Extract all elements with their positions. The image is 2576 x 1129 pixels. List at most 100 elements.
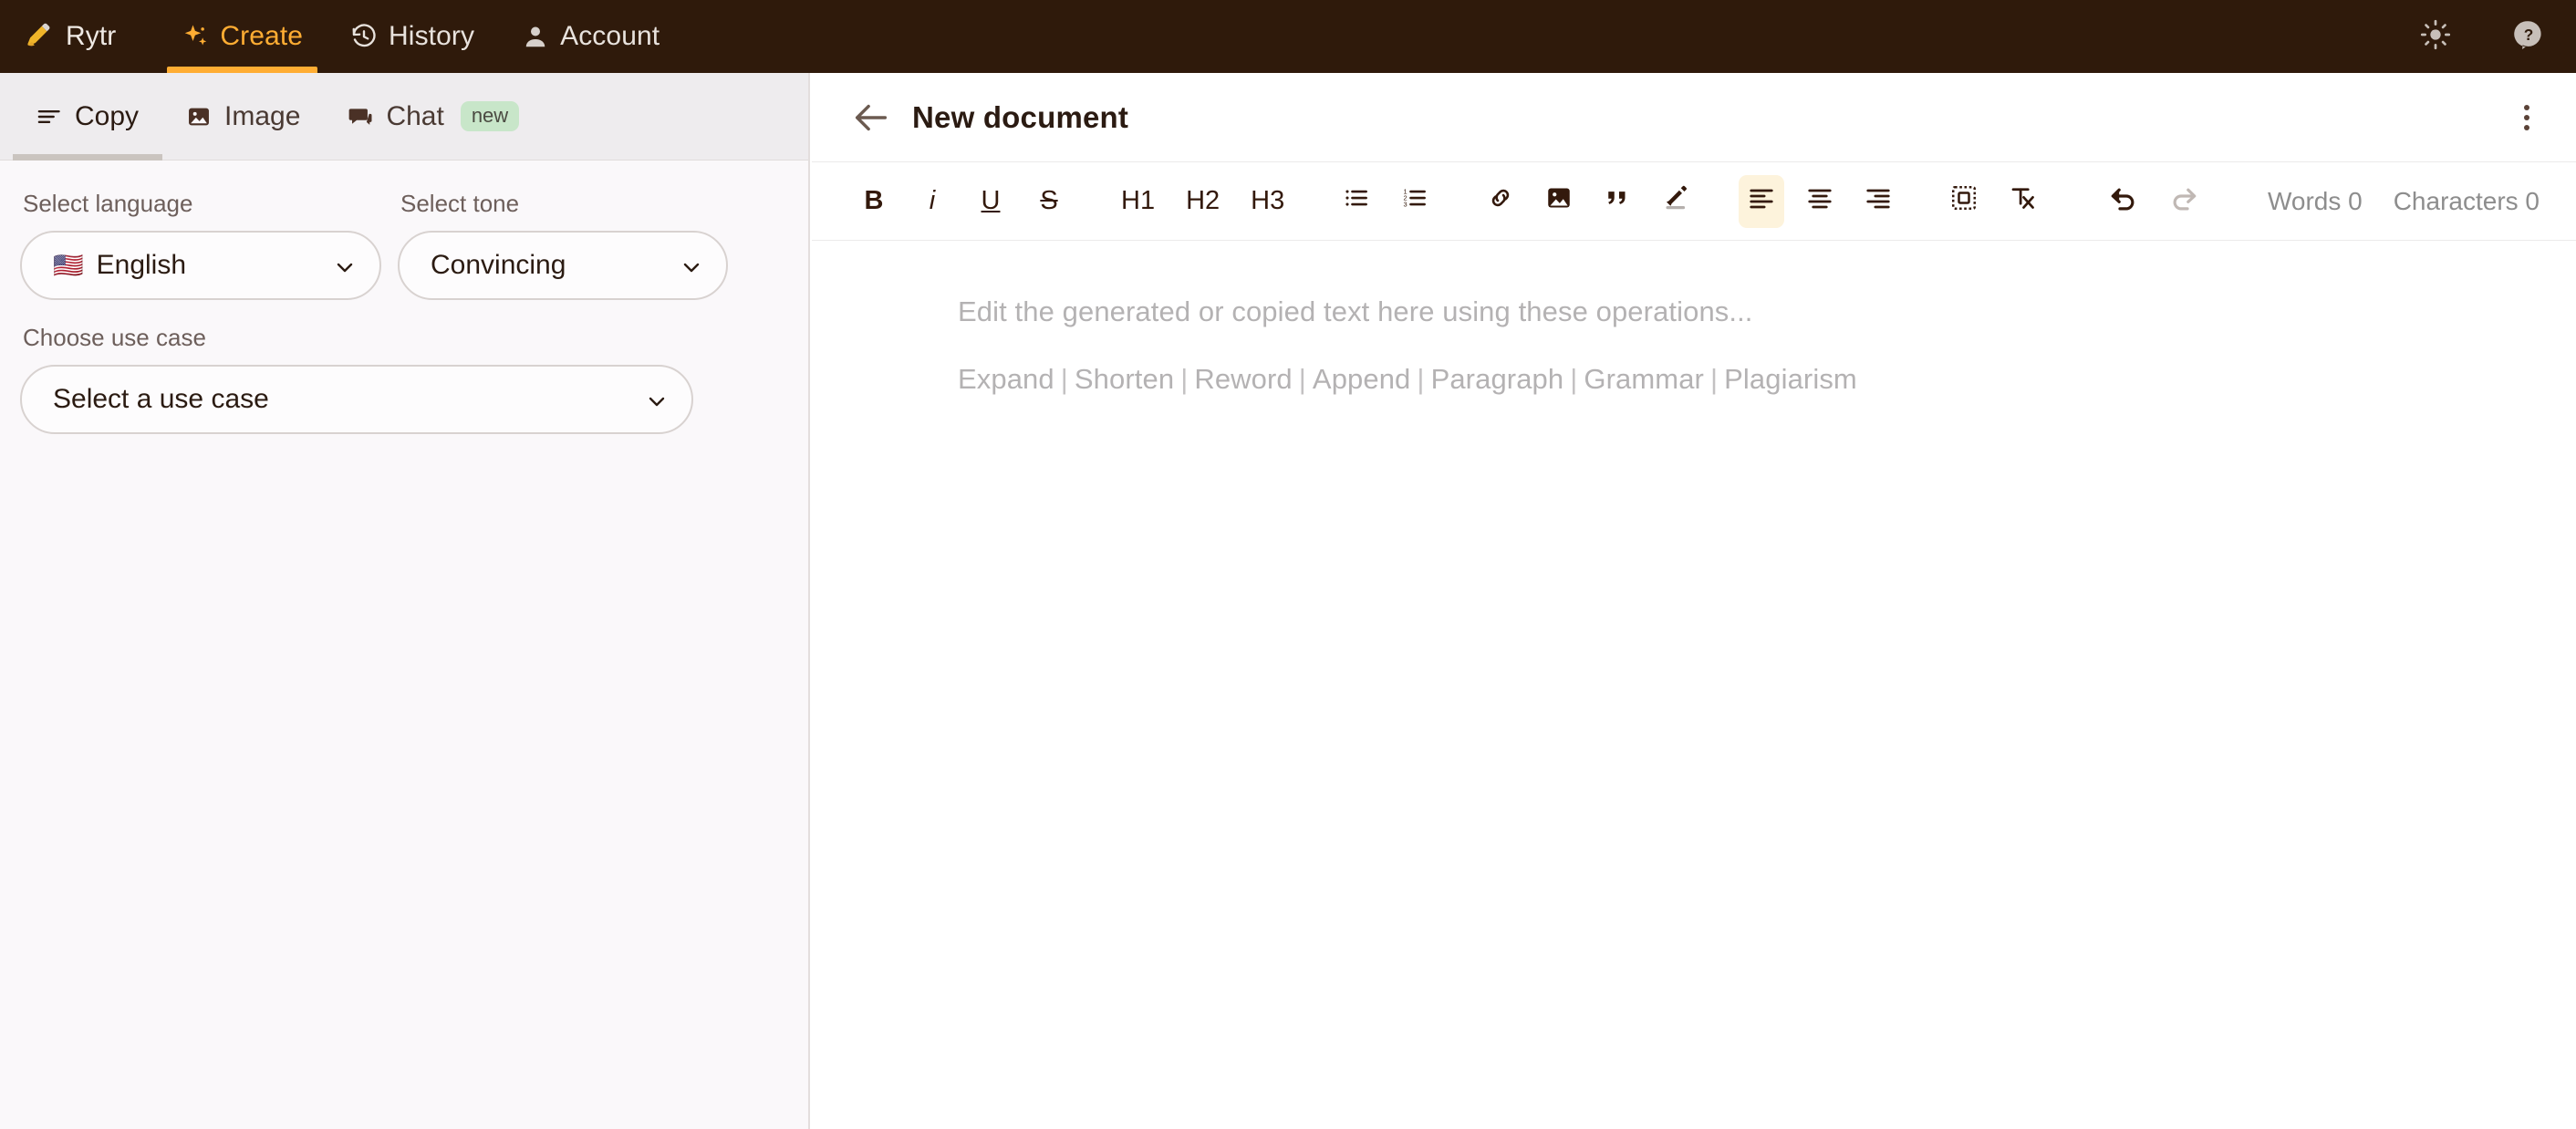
theme-toggle-button[interactable] [2415, 16, 2456, 57]
image-icon [186, 104, 212, 129]
help-button[interactable]: ? [2508, 16, 2549, 57]
operation-separator: | [1180, 363, 1189, 395]
use-case-field: Choose use case Select a use case [20, 324, 788, 434]
tone-selected-value: Convincing [431, 250, 566, 280]
insert-block-button[interactable] [1941, 175, 1987, 228]
quote-icon [1604, 184, 1631, 219]
language-select[interactable]: 🇺🇸 English [20, 231, 381, 300]
heading-3-button[interactable]: H3 [1241, 175, 1293, 228]
sidebar-tab-image[interactable]: Image [162, 73, 324, 161]
sidebar-tab-chat-label: Chat [386, 100, 444, 131]
highlighter-pen-icon [1662, 184, 1689, 219]
kebab-dot [2524, 104, 2529, 110]
editor-toolbar: B i U S H1 H2 H3 1 2 3 Words 0 Character… [812, 162, 2576, 241]
word-count-value: 0 [2348, 186, 2363, 215]
clear-formatting-icon [2009, 184, 2036, 219]
italic-button[interactable]: i [909, 175, 955, 228]
align-center-icon [1806, 184, 1833, 219]
use-case-select[interactable]: Select a use case [20, 365, 693, 434]
help-question-icon: ? [2512, 18, 2545, 56]
align-right-icon [1864, 184, 1892, 219]
redo-button[interactable] [2160, 175, 2207, 228]
clock-rotate-icon [350, 23, 378, 50]
editor-operations-hint: Expand | Shorten | Reword | Append | Paragraph | G… [958, 363, 2576, 396]
heading-2-button[interactable]: H2 [1177, 175, 1229, 228]
svg-text:?: ? [2524, 26, 2534, 44]
editor-operation-paragraph[interactable]: Paragraph [1431, 363, 1564, 395]
redo-icon [2169, 183, 2198, 220]
align-left-icon [1748, 184, 1775, 219]
strikethrough-button[interactable]: S [1026, 175, 1072, 228]
undo-button[interactable] [2100, 175, 2147, 228]
nav-item-history[interactable]: History [327, 0, 498, 73]
kebab-dot [2524, 124, 2529, 130]
language-field: Select language 🇺🇸 English [20, 190, 381, 300]
sidebar-tab-copy[interactable]: Copy [13, 73, 163, 161]
nav-item-account-label: Account [560, 21, 660, 51]
left-sidebar-panel: Copy Image Chat new Select language 🇺🇸 E… [0, 73, 810, 1129]
chat-bubble-icon [348, 104, 373, 129]
image-icon [1545, 184, 1573, 219]
language-selected-value: English [96, 250, 187, 280]
dashed-block-icon [1950, 184, 1978, 219]
bold-button[interactable]: B [851, 175, 897, 228]
underline-button[interactable]: U [968, 175, 1013, 228]
undo-icon [2109, 183, 2138, 220]
top-navigation-bar: Rytr Create History Account ? [0, 0, 2576, 73]
editor-operation-shorten[interactable]: Shorten [1075, 363, 1174, 395]
editor-operation-grammar[interactable]: Grammar [1584, 363, 1704, 395]
brand-logo-rytr[interactable]: Rytr [16, 0, 158, 73]
us-flag-icon: 🇺🇸 [53, 251, 84, 279]
language-label: Select language [23, 190, 193, 217]
lines-icon [36, 104, 62, 129]
clear-formatting-button[interactable] [2000, 175, 2045, 228]
chevron-down-icon [680, 254, 702, 276]
arrow-left-icon[interactable] [850, 97, 892, 139]
editor-operation-expand[interactable]: Expand [958, 363, 1054, 395]
operation-separator: | [1417, 363, 1425, 395]
editor-operation-append[interactable]: Append [1313, 363, 1410, 395]
sparkles-icon [182, 23, 209, 50]
operation-separator: | [1570, 363, 1578, 395]
chevron-down-icon [334, 254, 356, 276]
use-case-selected-value: Select a use case [53, 384, 269, 414]
operation-separator: | [1298, 363, 1306, 395]
operation-separator: | [1060, 363, 1068, 395]
editor-operation-reword[interactable]: Reword [1194, 363, 1292, 395]
character-count-label: Characters [2393, 186, 2526, 215]
chevron-down-icon [646, 388, 668, 410]
heading-1-button[interactable]: H1 [1112, 175, 1164, 228]
blockquote-button[interactable] [1594, 175, 1640, 228]
document-title: New document [912, 99, 1129, 134]
top-nav-right-group: ? [2415, 0, 2576, 73]
document-editor[interactable]: Edit the generated or copied text here u… [812, 241, 2576, 1129]
insert-image-button[interactable] [1536, 175, 1582, 228]
bullet-list-button[interactable] [1334, 175, 1379, 228]
document-menu-button[interactable] [2505, 96, 2549, 140]
sidebar-form: Select language 🇺🇸 English Select tone C… [0, 161, 808, 434]
use-case-label: Choose use case [23, 324, 206, 351]
character-count-value: 0 [2525, 186, 2540, 215]
word-count-label: Words [2267, 186, 2349, 215]
language-tone-row: Select language 🇺🇸 English Select tone C… [20, 190, 788, 324]
sun-icon [2420, 19, 2451, 55]
tone-label: Select tone [400, 190, 520, 217]
sidebar-tab-chat[interactable]: Chat new [324, 73, 543, 161]
brand-label: Rytr [66, 21, 117, 51]
svg-text:3: 3 [1404, 200, 1407, 208]
nav-item-create[interactable]: Create [158, 0, 327, 73]
align-left-button[interactable] [1739, 174, 1785, 228]
tone-select[interactable]: Convincing [398, 231, 728, 300]
align-center-button[interactable] [1797, 175, 1843, 228]
link-button[interactable] [1478, 175, 1523, 228]
editor-operation-plagiarism[interactable]: Plagiarism [1724, 363, 1857, 395]
sidebar-tab-copy-label: Copy [75, 100, 140, 131]
align-right-button[interactable] [1855, 175, 1901, 228]
numbered-list-button[interactable]: 1 2 3 [1392, 175, 1438, 228]
tone-field: Select tone Convincing [398, 190, 728, 300]
document-header: New document [812, 73, 2576, 162]
highlighter-button[interactable] [1653, 175, 1698, 228]
user-icon [522, 23, 549, 50]
nav-item-account[interactable]: Account [498, 0, 683, 73]
editor-placeholder-text: Edit the generated or copied text here u… [958, 295, 1753, 327]
